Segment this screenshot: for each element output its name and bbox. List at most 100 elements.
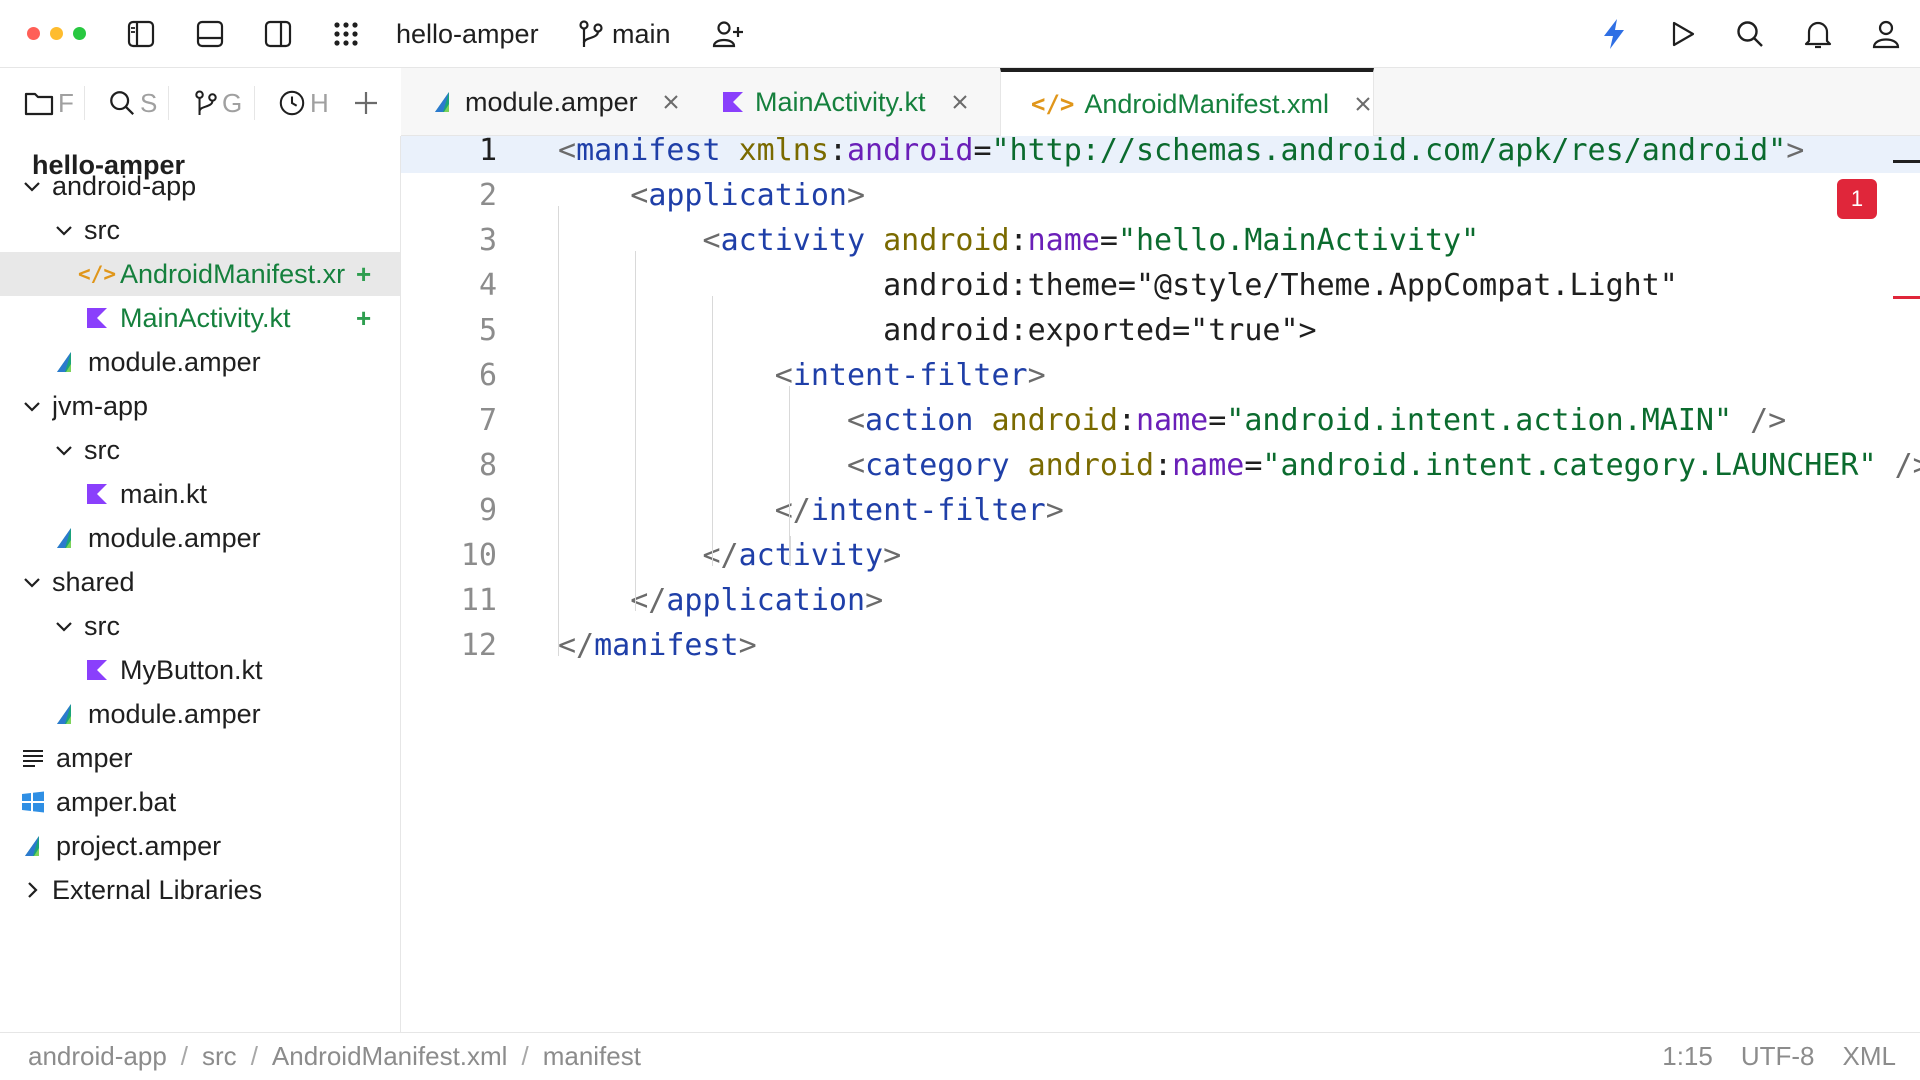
clock-icon: [278, 89, 306, 117]
tree-item[interactable]: module.amper: [0, 340, 400, 384]
chevron-down-icon[interactable]: [52, 438, 76, 462]
code-line[interactable]: 3 <activity android:name="hello.MainActi…: [401, 218, 1920, 263]
line-number: 12: [460, 628, 497, 663]
tree-item[interactable]: MainActivity.kt +: [0, 296, 400, 340]
code-text: </application>: [630, 583, 884, 618]
line-number: 8: [478, 448, 497, 483]
tree-item[interactable]: jvm-app: [0, 384, 400, 428]
amper-icon: [431, 90, 455, 114]
line-number: 2: [478, 178, 497, 213]
project-selector[interactable]: hello-amper: [396, 16, 539, 52]
branch-icon: [578, 19, 604, 49]
chevron-right-icon[interactable]: [20, 878, 44, 902]
file-encoding[interactable]: UTF-8: [1741, 1041, 1815, 1072]
line-number: 11: [460, 583, 497, 618]
breadcrumb-item[interactable]: src: [202, 1041, 237, 1072]
tab-files[interactable]: F: [24, 84, 76, 122]
code-line[interactable]: 2 <application>: [401, 173, 1920, 218]
code-line[interactable]: 1 <manifest xmlns:android="http://schemas…: [401, 136, 1920, 173]
code-text: <category android:name="android.intent.c…: [846, 448, 1920, 483]
chevron-down-icon[interactable]: [52, 218, 76, 242]
minimize-window-button[interactable]: [50, 27, 63, 40]
error-stripe-marker[interactable]: [1893, 296, 1920, 299]
tree-item[interactable]: src: [0, 428, 400, 472]
code-line[interactable]: 10 </activity>: [401, 533, 1920, 578]
tree-item-label: jvm-app: [52, 390, 149, 421]
tree-item[interactable]: main.kt: [0, 472, 400, 516]
close-window-button[interactable]: [27, 27, 40, 40]
amper-icon: [52, 525, 78, 551]
breadcrumb: android-app / src / AndroidManifest.xml …: [28, 1041, 641, 1072]
breadcrumb-item[interactable]: AndroidManifest.xml: [272, 1041, 508, 1072]
status-bar: android-app / src / AndroidManifest.xml …: [0, 1032, 1920, 1080]
code-line[interactable]: 6 <intent-filter>: [401, 353, 1920, 398]
code-line[interactable]: 7 <action android:name="android.intent.a…: [401, 398, 1920, 443]
tool-window-tabs: F S G H: [0, 68, 401, 136]
run-icon[interactable]: [1662, 14, 1702, 54]
kotlin-icon: [84, 657, 110, 683]
tab-history[interactable]: H: [278, 84, 332, 122]
cursor-position[interactable]: 1:15: [1662, 1041, 1713, 1072]
search-icon[interactable]: [1730, 14, 1770, 54]
sidebar-right-icon[interactable]: [258, 14, 298, 54]
problems-badge[interactable]: 1: [1837, 179, 1877, 219]
maximize-window-button[interactable]: [73, 27, 86, 40]
lightning-icon[interactable]: [1594, 14, 1634, 54]
add-user-icon[interactable]: [708, 14, 748, 54]
apps-grid-icon[interactable]: [326, 14, 366, 54]
window-controls: [27, 27, 86, 40]
tab-add[interactable]: [352, 84, 384, 122]
tree-item[interactable]: shared: [0, 560, 400, 604]
indent-guide: [789, 386, 790, 566]
tab-mainactivity[interactable]: MainActivity.kt: [691, 68, 991, 136]
tab-git[interactable]: G: [194, 84, 248, 122]
tree-item[interactable]: </> AndroidManifest.xr +: [0, 252, 400, 296]
tab-androidmanifest[interactable]: </> AndroidManifest.xml: [1000, 68, 1374, 136]
panel-bottom-icon[interactable]: [190, 14, 230, 54]
user-icon[interactable]: [1866, 14, 1906, 54]
kotlin-icon: [721, 90, 745, 114]
breadcrumb-item[interactable]: android-app: [28, 1041, 167, 1072]
code-line[interactable]: 9 </intent-filter>: [401, 488, 1920, 533]
project-tree: hello-amper android-app src </> AndroidMani…: [0, 136, 401, 1032]
tree-item[interactable]: src: [0, 208, 400, 252]
chevron-down-icon[interactable]: [20, 394, 44, 418]
code-line[interactable]: 8 <category android:name="android.intent…: [401, 443, 1920, 488]
file-language[interactable]: XML: [1843, 1041, 1896, 1072]
tree-item[interactable]: src: [0, 604, 400, 648]
tree-item-label: project.amper: [56, 830, 222, 861]
indent-guide: [712, 296, 713, 566]
tree-item-label: MyButton.kt: [120, 654, 263, 685]
chevron-down-icon[interactable]: [20, 174, 44, 198]
code-text: android:exported="true">: [558, 313, 1317, 348]
close-icon[interactable]: [1353, 94, 1373, 114]
line-number: 1: [478, 136, 497, 168]
close-icon[interactable]: [662, 92, 681, 112]
code-editor[interactable]: 1 <manifest xmlns:android="http://schemas…: [401, 136, 1920, 1032]
tab-module-amper[interactable]: module.amper: [401, 68, 681, 136]
code-line[interactable]: 11 </application>: [401, 578, 1920, 623]
chevron-down-icon[interactable]: [20, 570, 44, 594]
code-line[interactable]: 12 </manifest>: [401, 623, 1920, 668]
close-icon[interactable]: [950, 92, 970, 112]
tree-item[interactable]: module.amper: [0, 692, 400, 736]
tree-item[interactable]: External Libraries: [0, 868, 400, 912]
line-number: 9: [478, 493, 497, 528]
tree-item[interactable]: MyButton.kt: [0, 648, 400, 692]
tree-item[interactable]: module.amper: [0, 516, 400, 560]
tab-search[interactable]: S: [108, 84, 162, 122]
plus-icon: [352, 89, 380, 117]
code-line[interactable]: 4 android:theme="@style/Theme.AppCompat.…: [401, 263, 1920, 308]
branch-selector[interactable]: main: [578, 16, 671, 52]
tree-item[interactable]: amper.bat: [0, 780, 400, 824]
tree-item[interactable]: android-app: [0, 164, 400, 208]
chevron-down-icon[interactable]: [52, 614, 76, 638]
sidebar-left-icon[interactable]: [121, 14, 161, 54]
tree-item-label: amper.bat: [56, 786, 177, 817]
tree-item[interactable]: project.amper: [0, 824, 400, 868]
line-number: 6: [478, 358, 497, 393]
bell-icon[interactable]: [1798, 14, 1838, 54]
breadcrumb-item[interactable]: manifest: [543, 1041, 641, 1072]
code-line[interactable]: 5 android:exported="true">: [401, 308, 1920, 353]
tree-item[interactable]: amper: [0, 736, 400, 780]
